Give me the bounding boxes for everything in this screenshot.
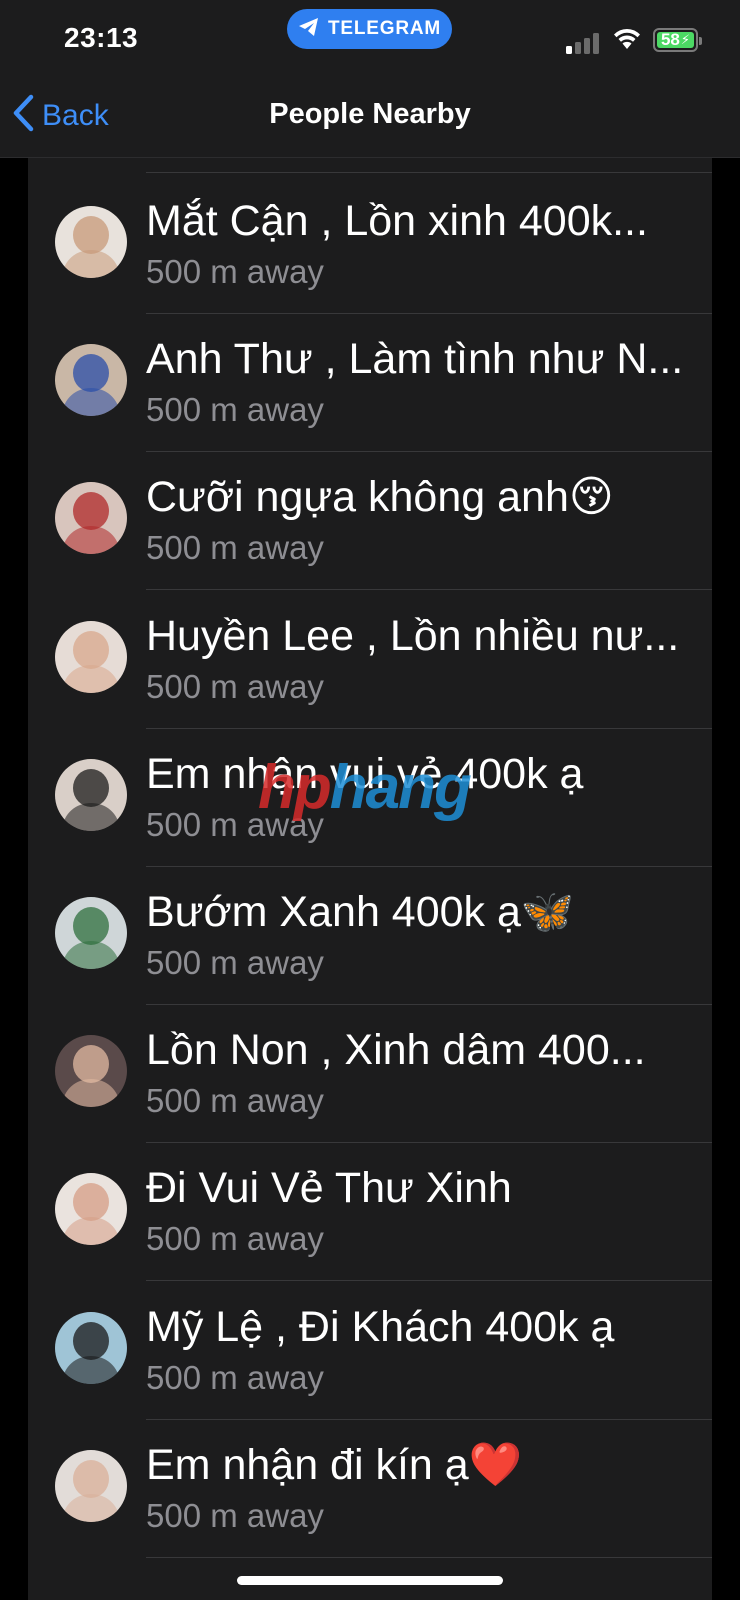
wifi-icon — [612, 26, 642, 55]
person-name: Cưỡi ngựa không anh😚 — [146, 473, 614, 522]
person-distance: 500 m away — [146, 1082, 324, 1120]
divider — [146, 1556, 712, 1558]
status-bar: 23:13 TELEGRAM 58 ⚡ — [0, 0, 740, 70]
status-time: 23:13 — [64, 22, 139, 53]
person-row[interactable]: Anh Thư , Làm tình như N... 500 m away — [28, 311, 712, 453]
person-name: Em nhận đi kín ạ❤️ — [146, 1440, 523, 1489]
avatar — [55, 1035, 127, 1108]
app-pill-label: TELEGRAM — [327, 18, 441, 39]
battery-level: 58 — [660, 30, 680, 49]
navigation-bar: Back People Nearby — [0, 70, 740, 158]
avatar — [55, 897, 127, 969]
telegram-plane-icon — [298, 17, 320, 42]
home-indicator[interactable] — [237, 1576, 503, 1585]
avatar — [55, 1449, 127, 1522]
avatar — [55, 758, 127, 831]
person-name: Huyền Lee , Lồn nhiều nư... — [146, 611, 680, 660]
person-row[interactable]: Đi Vui Vẻ Thư Xinh 500 m away — [28, 1140, 712, 1282]
person-row[interactable]: Em nhận đi kín ạ❤️ 500 m away — [28, 1417, 712, 1558]
avatar — [55, 344, 127, 417]
person-row[interactable]: Lồn Non , Xinh dâm 400... 500 m away — [28, 1002, 712, 1144]
screen: 23:13 TELEGRAM 58 ⚡ Back People Nearby M… — [0, 0, 740, 1600]
battery-icon: 58 ⚡ — [653, 28, 702, 52]
page-title: People Nearby — [269, 98, 471, 130]
person-row[interactable]: Mỹ Lệ , Đi Khách 400k ạ 500 m away — [28, 1279, 712, 1420]
avatar — [55, 1173, 127, 1246]
avatar — [55, 1311, 127, 1384]
person-distance: 500 m away — [146, 667, 324, 705]
person-name: Bướm Xanh 400k ạ🦋 — [146, 888, 575, 936]
person-row[interactable]: Cưỡi ngựa không anh😚 500 m away — [28, 449, 712, 591]
person-row[interactable]: Huyền Lee , Lồn nhiều nư... 500 m away — [28, 588, 712, 729]
person-row[interactable]: Em nhận vui vẻ 400k ạ 500 m away — [28, 726, 712, 867]
avatar — [55, 206, 127, 278]
person-row[interactable]: Mắt Cận , Lồn xinh 400k... 500 m away — [28, 173, 712, 314]
person-name: Mỹ Lệ , Đi Khách 400k ạ — [146, 1302, 615, 1351]
person-distance: 500 m away — [146, 1220, 324, 1258]
return-to-app-pill[interactable]: TELEGRAM — [287, 9, 452, 49]
person-row[interactable]: Bướm Xanh 400k ạ🦋 500 m away — [28, 864, 712, 1005]
person-name: Em nhận vui vẻ 400k ạ — [146, 749, 584, 798]
charging-bolt-icon: ⚡ — [680, 32, 691, 47]
person-distance: 500 m away — [146, 253, 324, 290]
cellular-signal-icon — [566, 32, 602, 54]
person-distance: 500 m away — [146, 391, 324, 429]
person-distance: 500 m away — [146, 1358, 324, 1396]
person-distance: 500 m away — [146, 529, 324, 567]
avatar — [55, 620, 127, 693]
person-name: Anh Thư , Làm tình như N... — [146, 335, 684, 384]
person-distance: 500 m away — [146, 805, 324, 843]
person-name: Đi Vui Vẻ Thư Xinh — [146, 1164, 512, 1213]
person-distance: 500 m away — [146, 944, 324, 981]
person-name: Mắt Cận , Lồn xinh 400k... — [146, 197, 648, 245]
people-nearby-list[interactable]: Mắt Cận , Lồn xinh 400k... 500 m away Anh … — [28, 158, 712, 1600]
person-name: Lồn Non , Xinh dâm 400... — [146, 1026, 646, 1075]
person-distance: 500 m away — [146, 1496, 324, 1534]
avatar — [55, 482, 127, 555]
